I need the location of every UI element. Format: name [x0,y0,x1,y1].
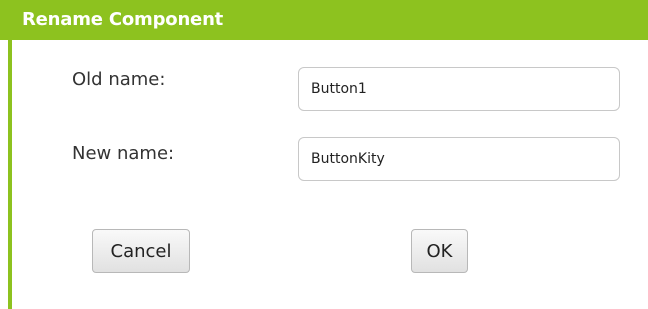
new-name-label: New name: [72,143,175,164]
rename-component-dialog: Rename Component Old name: New name: Can… [0,0,648,309]
old-name-label: Old name: [72,69,166,90]
dialog-left-border [8,40,12,309]
ok-button[interactable]: OK [411,229,468,273]
new-name-field[interactable] [298,137,620,181]
old-name-field[interactable] [298,67,620,111]
dialog-title: Rename Component [22,9,224,30]
dialog-titlebar: Rename Component [0,0,648,40]
cancel-button[interactable]: Cancel [92,229,190,273]
